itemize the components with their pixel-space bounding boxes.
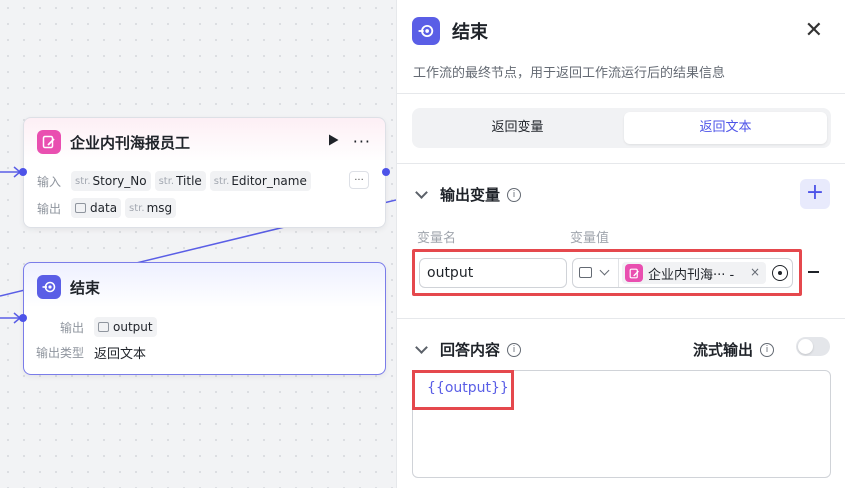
- output-type-value: 返回文本: [94, 347, 147, 362]
- end-input-port[interactable]: [19, 314, 27, 322]
- run-node-icon[interactable]: [328, 134, 339, 150]
- plugin-output-port[interactable]: [382, 168, 390, 176]
- tab-return-text[interactable]: 返回文本: [624, 112, 827, 144]
- end-node-icon: [37, 275, 61, 299]
- output-section-title: 输出变量: [440, 186, 501, 204]
- divider: [397, 318, 845, 319]
- answer-section-title: 回答内容: [440, 341, 501, 359]
- plugin-node[interactable]: 企业内刊海报员工 ··· 输入 str. Story_No str. Title s…: [23, 117, 386, 228]
- column-label-name: 变量名: [417, 231, 457, 246]
- clear-reference-icon[interactable]: ×: [750, 265, 760, 279]
- input-label: 输入: [37, 174, 62, 189]
- input-tag-editor-name: str. Editor_name: [209, 171, 311, 191]
- variable-reference-chip[interactable]: 企业内刊海··· - ×: [622, 262, 766, 284]
- answer-section-header[interactable]: 回答内容 i: [415, 339, 522, 360]
- divider: [618, 259, 619, 287]
- add-variable-button[interactable]: +: [800, 179, 830, 209]
- reference-text: 企业内刊海··· -: [648, 267, 735, 283]
- return-mode-tabs: 返回变量 返回文本: [412, 108, 831, 148]
- panel-description: 工作流的最终节点，用于返回工作流运行后的结果信息: [413, 66, 726, 81]
- input-tag-title: str. Title: [154, 171, 206, 191]
- plugin-node-icon: [625, 264, 643, 282]
- end-output-label: 输出: [60, 320, 85, 335]
- edge-layer: [0, 166, 396, 324]
- variable-value-field[interactable]: 企业内刊海··· - ×: [572, 258, 793, 288]
- close-icon[interactable]: ✕: [805, 20, 823, 42]
- divider: [397, 93, 845, 94]
- answer-content-text: {{output}}: [427, 380, 509, 396]
- plugin-node-icon: [37, 130, 61, 154]
- output-type-label: 输出类型: [36, 346, 85, 360]
- output-section-header[interactable]: 输出变量 i: [415, 184, 522, 205]
- stream-output-label: 流式输出 i: [693, 339, 775, 360]
- plugin-node-title: 企业内刊海报员工: [70, 133, 191, 152]
- image-type-icon: [98, 322, 110, 332]
- info-icon[interactable]: i: [507, 187, 522, 202]
- variable-row-highlight: output 企业内刊海··· - ×: [412, 249, 802, 296]
- node-more-icon[interactable]: ···: [353, 132, 371, 151]
- output-tag-msg: str. msg: [125, 198, 177, 218]
- plugin-outputs-row: 输出 data str. msg: [37, 198, 177, 218]
- end-output-tag: output: [94, 317, 157, 337]
- info-icon[interactable]: i: [760, 342, 775, 357]
- remove-variable-icon[interactable]: [808, 271, 819, 273]
- plugin-inputs-row: 输入 str. Story_No str. Title str. Editor_nam…: [37, 171, 311, 191]
- image-type-icon: [75, 203, 87, 213]
- plugin-input-port[interactable]: [19, 168, 27, 176]
- chevron-down-icon: [599, 265, 610, 276]
- variable-picker-icon[interactable]: [772, 265, 788, 281]
- stream-output-toggle[interactable]: [796, 337, 830, 356]
- type-selector[interactable]: [579, 265, 610, 278]
- end-node[interactable]: 结束 输出 output 输出类型 返回文本: [23, 262, 386, 375]
- more-inputs-chip[interactable]: ···: [349, 171, 369, 189]
- end-node-title: 结束: [70, 278, 101, 297]
- variable-name-input[interactable]: output: [419, 258, 567, 288]
- chevron-down-icon: [415, 186, 428, 199]
- divider: [397, 163, 845, 164]
- end-output-row: 输出 output: [60, 317, 157, 337]
- end-output-type-row: 输出类型 返回文本: [36, 343, 146, 362]
- input-tag-story-no: str. Story_No: [71, 171, 151, 191]
- image-type-icon: [579, 267, 592, 278]
- end-panel-icon: [412, 17, 440, 45]
- node-config-panel: 结束 ✕ 工作流的最终节点，用于返回工作流运行后的结果信息 返回变量 返回文本 …: [396, 0, 845, 488]
- output-label: 输出: [37, 201, 62, 216]
- panel-title: 结束: [452, 22, 488, 43]
- column-label-value: 变量值: [570, 231, 610, 246]
- info-icon[interactable]: i: [507, 342, 522, 357]
- workflow-canvas[interactable]: 企业内刊海报员工 ··· 输入 str. Story_No str. Title s…: [0, 0, 396, 488]
- tab-return-variable[interactable]: 返回变量: [416, 112, 619, 144]
- output-tag-data: data: [71, 198, 122, 218]
- chevron-down-icon: [415, 341, 428, 354]
